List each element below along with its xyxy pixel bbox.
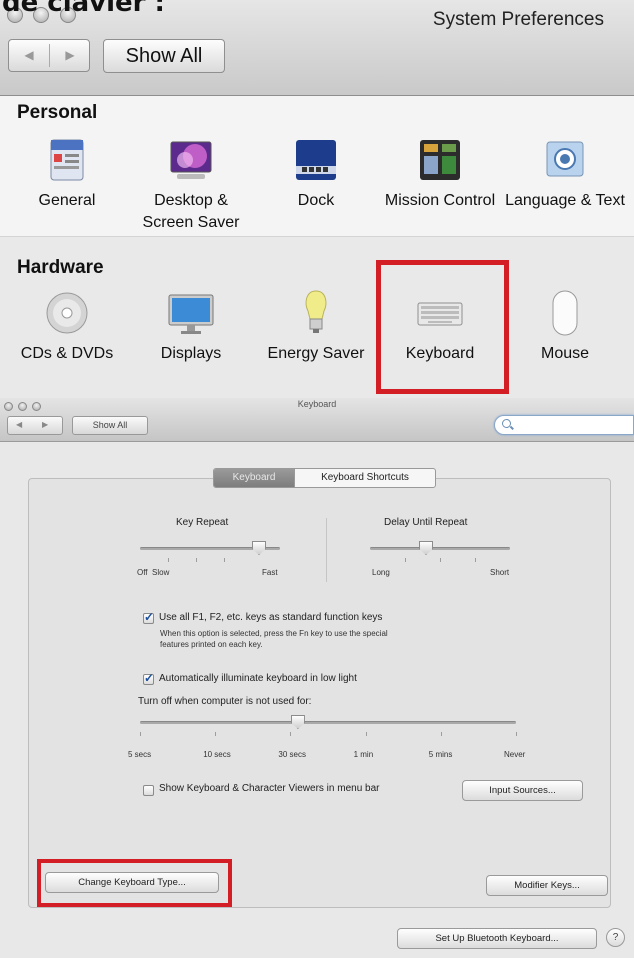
pane-label: Desktop & Screen Saver xyxy=(142,192,240,231)
highlight-box xyxy=(37,859,232,907)
tab-keyboard[interactable]: Keyboard xyxy=(214,469,294,487)
system-preferences-window: System Preferences ◀ ▶ Show All de clavi… xyxy=(0,0,634,400)
pane-mission-control[interactable]: Mission Control xyxy=(378,136,502,212)
pane-desktop-screen-saver[interactable]: Desktop & Screen Saver xyxy=(129,136,253,234)
section-heading: Hardware xyxy=(17,257,104,278)
turn-off-tick xyxy=(290,732,292,736)
back-forward-control[interactable]: ◀ ▶ xyxy=(7,416,63,435)
key-repeat-title: Key Repeat xyxy=(176,517,229,528)
turn-off-tick-label: 5 mins xyxy=(428,750,453,759)
viewers-label: Show Keyboard & Character Viewers in men… xyxy=(159,783,380,794)
back-forward-control[interactable]: ◀ ▶ xyxy=(8,39,90,72)
forward-icon[interactable]: ▶ xyxy=(50,40,90,71)
titlebar: System Preferences ◀ ▶ Show All xyxy=(0,0,634,96)
delay-track xyxy=(370,547,510,550)
settings-panel xyxy=(28,478,611,908)
pane-label: Energy Saver xyxy=(267,345,365,362)
turn-off-track xyxy=(140,721,516,724)
illuminate-label: Automatically illuminate keyboard in low… xyxy=(159,673,357,684)
delay-short-label: Short xyxy=(490,568,510,577)
delay-long-label: Long xyxy=(372,568,390,577)
turn-off-tick xyxy=(440,732,442,736)
dock-icon xyxy=(292,136,340,184)
section-hardware: Hardware CDs & DVDs Displays Energy Save… xyxy=(0,236,634,400)
pane-label: CDs & DVDs xyxy=(20,345,114,362)
mouse-icon xyxy=(541,289,589,337)
turn-off-tick-label: 10 secs xyxy=(203,750,231,759)
help-button[interactable]: ? xyxy=(606,928,625,947)
input-sources-button[interactable]: Input Sources... xyxy=(462,780,583,801)
fn-keys-note-2: features printed on each key. xyxy=(160,640,263,649)
show-all-button[interactable]: Show All xyxy=(103,39,225,73)
key-repeat-fast-label: Fast xyxy=(262,568,278,577)
pane-dock[interactable]: Dock xyxy=(254,136,378,212)
pane-energy-saver[interactable]: Energy Saver xyxy=(254,289,378,365)
desktop-icon xyxy=(167,136,215,184)
turn-off-tick-label: Never xyxy=(504,750,526,759)
bluetooth-setup-button[interactable]: Set Up Bluetooth Keyboard... xyxy=(397,928,597,949)
modifier-keys-button[interactable]: Modifier Keys... xyxy=(486,875,608,896)
show-all-button[interactable]: Show All xyxy=(72,416,148,435)
delay-title: Delay Until Repeat xyxy=(384,517,468,528)
pane-mouse[interactable]: Mouse xyxy=(503,289,627,365)
divider xyxy=(326,518,327,582)
keyboard-preferences-window: Keyboard ◀ ▶ Show All Keyboard Keyboard … xyxy=(0,398,634,958)
back-icon[interactable]: ◀ xyxy=(16,420,22,429)
pane-label: Displays xyxy=(160,345,222,362)
cropped-caption: de clavier : xyxy=(0,0,634,14)
search-input[interactable] xyxy=(494,415,634,435)
illuminate-checkbox[interactable] xyxy=(143,671,154,685)
turn-off-tick xyxy=(365,732,367,736)
highlight-box xyxy=(376,260,509,394)
forward-icon[interactable]: ▶ xyxy=(42,420,48,429)
section-personal: Personal General Desktop & Screen Saver … xyxy=(0,96,634,236)
turn-off-label: Turn off when computer is not used for: xyxy=(138,696,312,707)
display-icon xyxy=(167,289,215,337)
mission-control-icon xyxy=(416,136,464,184)
turn-off-tick-label: 30 secs xyxy=(278,750,306,759)
search-icon xyxy=(502,419,511,428)
viewers-checkbox[interactable] xyxy=(143,785,154,796)
pane-label: General xyxy=(38,192,96,209)
pane-label: Mission Control xyxy=(384,192,496,209)
titlebar: Keyboard ◀ ▶ Show All xyxy=(0,398,634,442)
pane-cds-dvds[interactable]: CDs & DVDs xyxy=(5,289,129,365)
pane-label: Language & Text xyxy=(505,192,625,209)
tab-bar: Keyboard Keyboard Shortcuts xyxy=(213,468,436,488)
turn-off-tick xyxy=(215,732,217,736)
pane-general[interactable]: General xyxy=(5,136,129,212)
pane-displays[interactable]: Displays xyxy=(129,289,253,365)
general-icon xyxy=(43,136,91,184)
turn-off-tick xyxy=(516,732,517,736)
pane-label: Mouse xyxy=(540,345,590,362)
turn-off-tick-label: 5 secs xyxy=(128,750,152,759)
fn-keys-label: Use all F1, F2, etc. keys as standard fu… xyxy=(159,612,383,623)
turn-off-tick-label: 1 min xyxy=(353,750,374,759)
window-title: Keyboard xyxy=(297,399,337,409)
pane-label: Dock xyxy=(297,192,335,209)
language-icon xyxy=(541,136,589,184)
fn-keys-note: When this option is selected, press the … xyxy=(160,629,388,638)
back-icon[interactable]: ◀ xyxy=(9,40,49,71)
key-repeat-off-label: Off xyxy=(137,568,148,577)
bulb-icon xyxy=(292,289,340,337)
fn-keys-checkbox[interactable] xyxy=(143,610,154,624)
tab-keyboard-shortcuts[interactable]: Keyboard Shortcuts xyxy=(294,469,435,487)
pane-language-text[interactable]: Language & Text xyxy=(503,136,627,212)
section-heading: Personal xyxy=(17,102,98,123)
cd-icon xyxy=(43,289,91,337)
key-repeat-slow-label: Slow xyxy=(152,568,170,577)
turn-off-tick xyxy=(140,732,141,736)
